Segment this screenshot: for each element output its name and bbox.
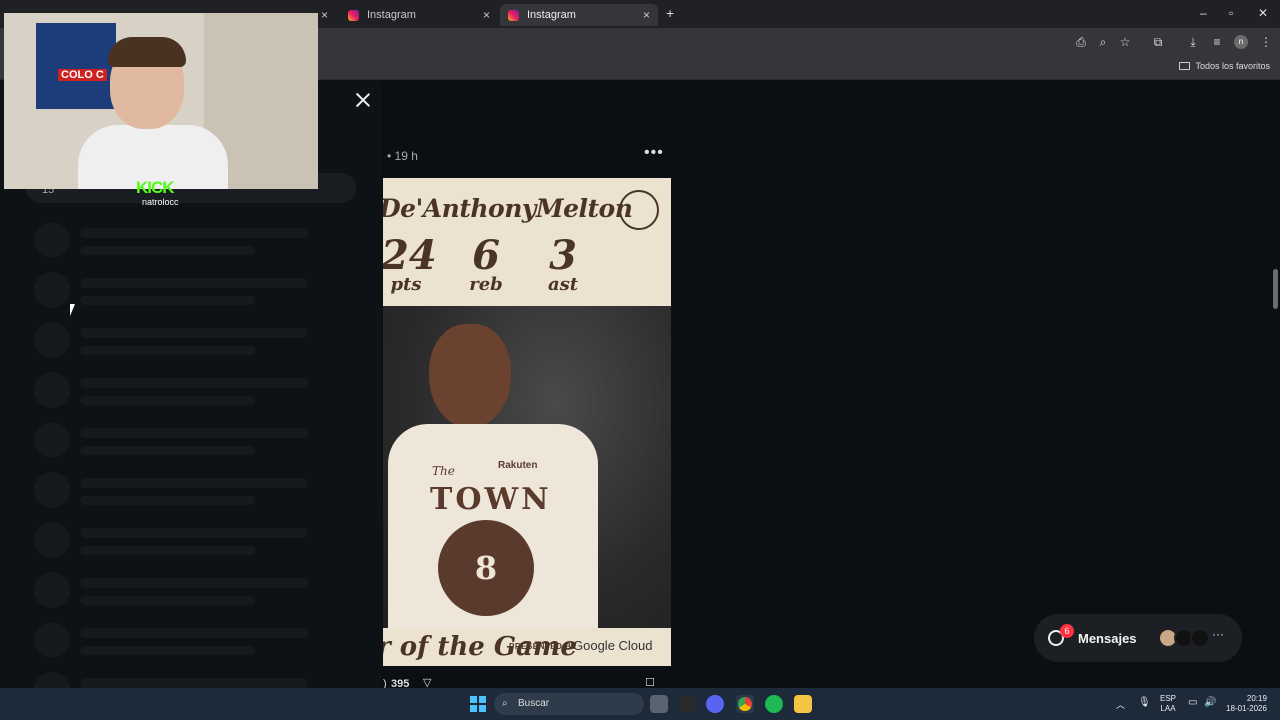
loading-skeleton-row <box>34 322 354 358</box>
stat-points: 24 pts <box>383 232 437 294</box>
loading-skeleton-row <box>34 522 354 558</box>
presented-by-label: PRESENTED BY <box>509 642 578 651</box>
taskbar-search[interactable]: ⌕ Buscar <box>494 693 644 715</box>
more-options-icon[interactable]: ••• <box>644 144 664 162</box>
team-logo-icon <box>619 190 659 230</box>
language-indicator[interactable]: ESP LAA <box>1160 694 1176 714</box>
tab-instagram-1[interactable]: Instagram × <box>340 4 498 26</box>
microphone-icon[interactable]: 🎙 <box>1138 697 1151 708</box>
scroll-thumb[interactable] <box>1273 269 1278 309</box>
tab-instagram-2[interactable]: Instagram × <box>500 4 658 26</box>
stat-value: 24 <box>383 232 437 279</box>
footer-sponsor: Google Cloud <box>573 638 653 653</box>
loading-skeleton-row <box>34 422 354 458</box>
jersey-text: TOWN <box>430 482 552 517</box>
clock-time: 20:19 <box>1246 694 1267 703</box>
player-name: De'AnthonyMelton <box>383 194 633 223</box>
search-placeholder: Buscar <box>518 698 550 709</box>
flag-text: COLO C <box>58 69 107 81</box>
minimize-icon[interactable]: – <box>1200 6 1207 20</box>
tab-close-icon[interactable]: × <box>643 8 650 22</box>
loading-skeleton-row <box>34 272 354 308</box>
page-scrollbar[interactable] <box>1270 81 1280 688</box>
chrome-icon[interactable] <box>736 695 754 713</box>
tray-overflow-icon[interactable]: ︿ <box>1116 698 1125 711</box>
instagram-icon <box>508 9 519 21</box>
window-close-icon[interactable]: ✕ <box>1258 6 1268 20</box>
player-head <box>429 324 511 428</box>
stat-rebounds: 6 reb <box>461 236 511 294</box>
stat-value: 3 <box>549 232 577 279</box>
post-footer-banner: r of the Game PRESENTED BY Google Cloud <box>383 628 671 666</box>
clock-date: 18-01-2026 <box>1226 704 1267 713</box>
mouse-cursor <box>70 304 75 316</box>
file-explorer-icon[interactable] <box>794 695 812 713</box>
windows-taskbar: ⌕ Buscar ︿ 🎙 ESP LAA ▭ 🔊 20:19 18-01-202… <box>0 688 1280 720</box>
network-icon[interactable]: ▭ <box>1188 697 1197 708</box>
media-control-icon[interactable]: ≡ <box>1210 35 1224 49</box>
search-icon: ⌕ <box>502 698 508 709</box>
jersey-number: 8 <box>438 520 534 616</box>
loading-skeleton-row <box>34 472 354 508</box>
kick-username: natrolocc <box>142 197 179 207</box>
webcam-overlay: COLO C <box>4 13 318 189</box>
install-app-icon[interactable]: ⎙ <box>1074 35 1088 49</box>
all-favorites-label: Todos los favoritos <box>1195 61 1270 71</box>
messages-label: Mensajes <box>1078 631 1137 646</box>
avatar <box>1190 628 1210 648</box>
webcam-flag <box>36 23 116 109</box>
loading-skeleton-row <box>34 372 354 408</box>
tab-close-icon[interactable]: × <box>321 8 328 22</box>
system-clock[interactable]: 20:19 18-01-2026 <box>1226 694 1267 714</box>
jersey-small-text: The <box>432 464 455 478</box>
obs-icon[interactable] <box>678 695 696 713</box>
loading-skeleton-row <box>34 222 354 258</box>
windows-start-icon[interactable] <box>470 696 486 712</box>
tab-label: Instagram <box>367 9 416 21</box>
lang-bottom: LAA <box>1160 704 1176 713</box>
task-view-icon[interactable] <box>650 695 668 713</box>
post-stat-header: De'AnthonyMelton 24 pts 6 reb 3 ast <box>383 178 671 306</box>
browser-menu-icon[interactable]: ⋮ <box>1259 35 1273 49</box>
extensions-icon[interactable]: ⧉ <box>1151 35 1165 49</box>
tab-label: Instagram <box>527 9 576 21</box>
loading-skeleton-row <box>34 572 354 608</box>
stat-unit: reb <box>469 274 503 295</box>
loading-skeleton-row <box>34 622 354 658</box>
volume-icon[interactable]: 🔊 <box>1204 697 1216 708</box>
streamer-hair <box>108 37 186 67</box>
unread-badge: 6 <box>1060 624 1074 638</box>
bookmark-star-icon[interactable]: ☆ <box>1118 35 1132 49</box>
zoom-icon[interactable]: ⌕ <box>1096 35 1110 49</box>
instagram-icon <box>348 9 359 21</box>
lang-top: ESP <box>1160 694 1177 703</box>
player-jersey: The Rakuten TOWN 8 <box>388 424 598 634</box>
post-timestamp: • 19 h <box>387 149 418 163</box>
messages-button[interactable]: 6 Mensajes ··· <box>1034 614 1242 662</box>
folder-icon <box>1179 62 1191 70</box>
jersey-sponsor: Rakuten <box>498 460 538 471</box>
discord-icon[interactable] <box>706 695 724 713</box>
stat-assists: 3 ast <box>538 236 588 294</box>
stat-value: 6 <box>472 232 500 279</box>
new-tab-button[interactable]: + <box>666 5 674 21</box>
stat-unit: ast <box>547 274 579 295</box>
more-icon[interactable]: ··· <box>1212 627 1224 641</box>
profile-avatar[interactable]: n <box>1234 35 1248 49</box>
spotify-icon[interactable] <box>765 695 783 713</box>
tab-close-icon[interactable]: × <box>483 8 490 22</box>
download-icon[interactable]: ⤓ <box>1186 35 1200 49</box>
restore-icon[interactable]: ▫ <box>1229 6 1233 20</box>
kick-logo: KICK <box>136 178 175 197</box>
close-modal-icon[interactable] <box>355 92 371 108</box>
player-photo: The Rakuten TOWN 8 <box>383 306 671 634</box>
post-image[interactable]: De'AnthonyMelton 24 pts 6 reb 3 ast The … <box>383 178 671 666</box>
all-favorites-folder[interactable]: Todos los favoritos <box>1179 61 1270 71</box>
loading-skeleton-row <box>34 672 354 688</box>
